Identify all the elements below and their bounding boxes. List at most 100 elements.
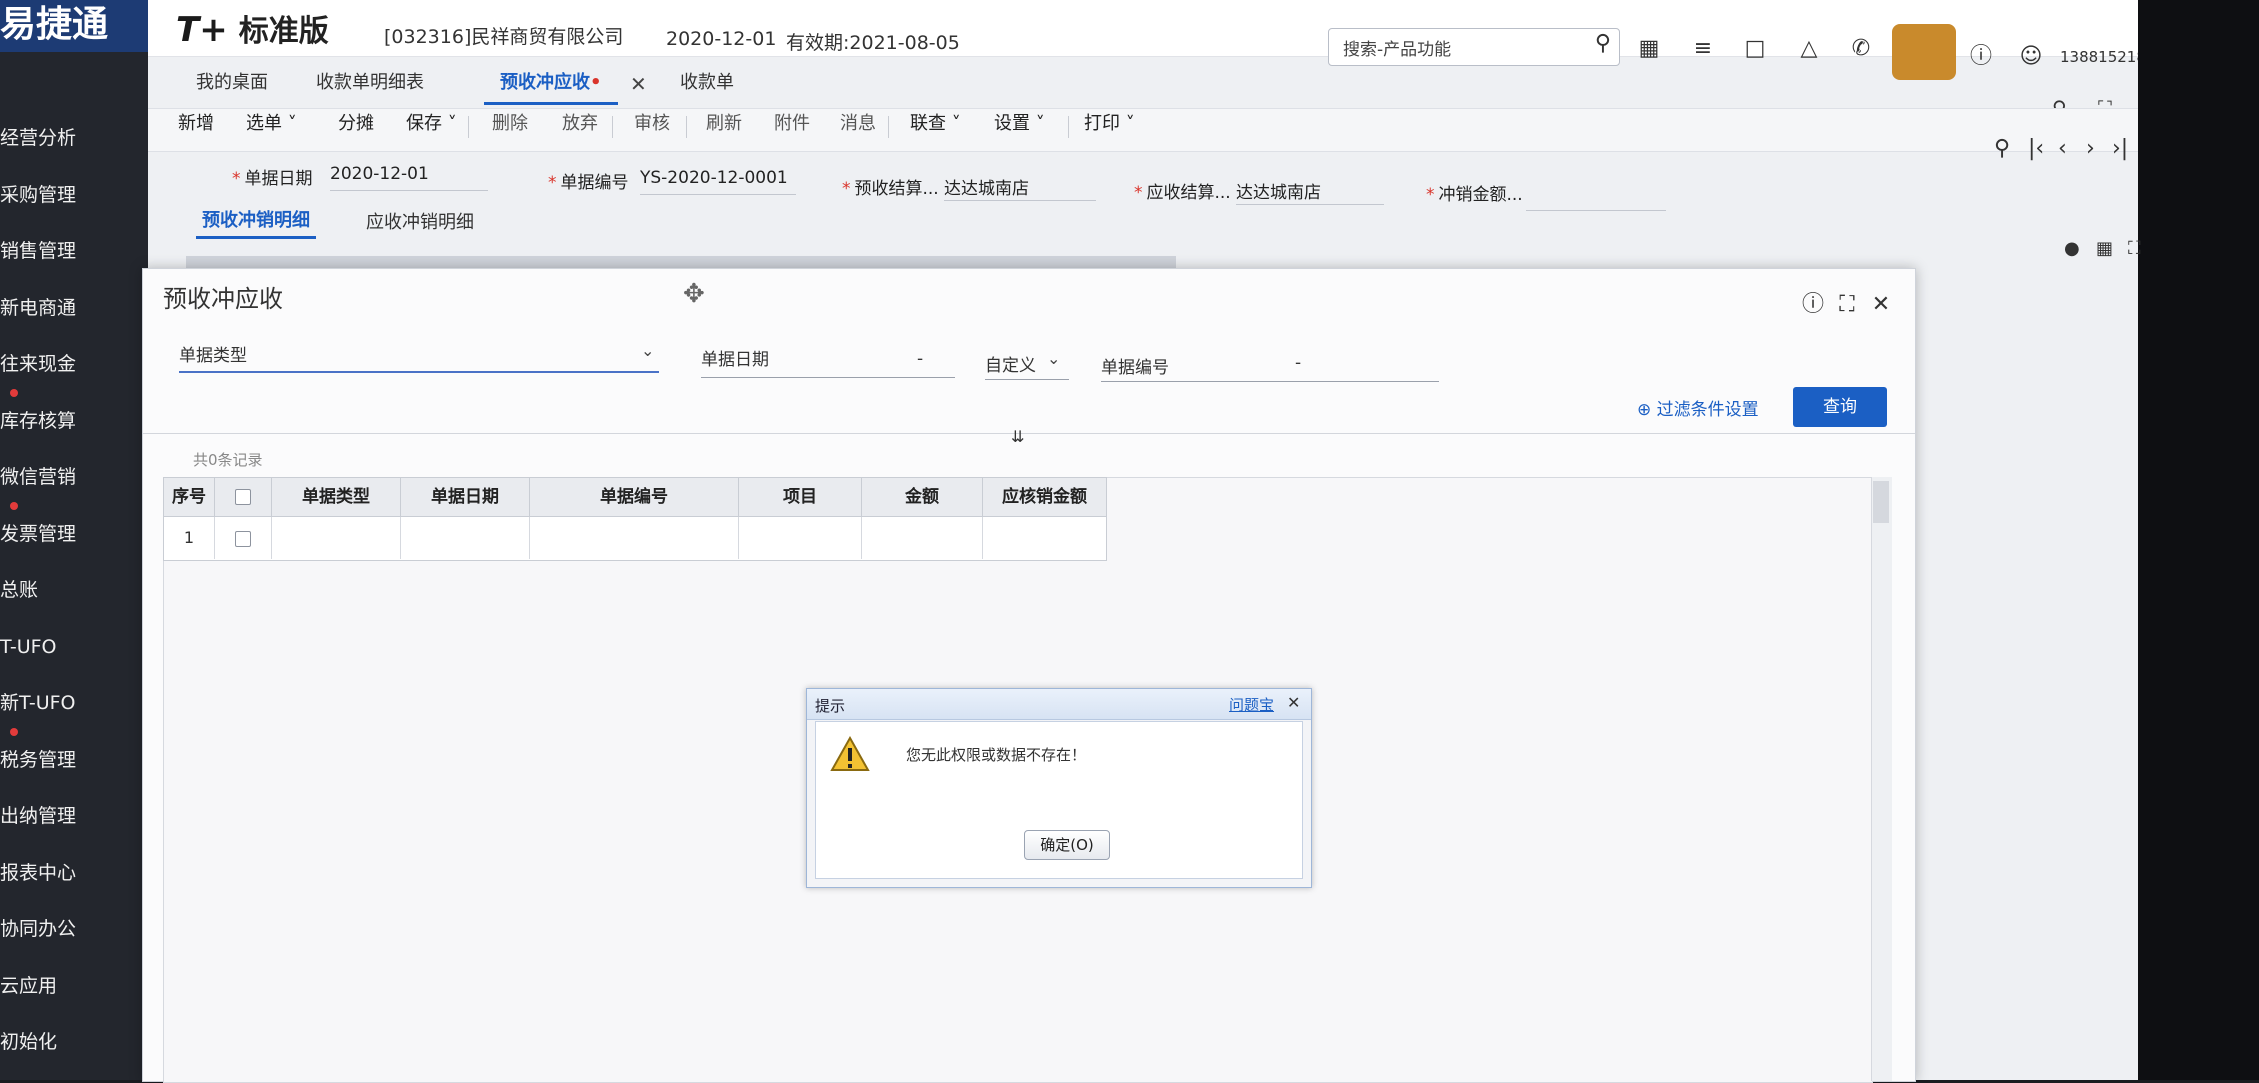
notification-dot	[10, 501, 18, 510]
first-record-icon[interactable]: |‹	[2028, 136, 2044, 161]
move-icon[interactable]: ✥	[683, 279, 705, 309]
date-mode-select[interactable]: 自定义	[985, 351, 1036, 376]
col-doc-date[interactable]: 单据日期	[401, 478, 530, 517]
row-select[interactable]	[215, 517, 272, 559]
subtab-receivable-detail[interactable]: 应收冲销明细	[366, 208, 474, 234]
sidebar-item[interactable]: 发票管理	[0, 506, 148, 562]
toolbar-button[interactable]: 分摊	[338, 103, 374, 145]
location-icon[interactable]: ●	[2064, 238, 2080, 259]
query-button[interactable]: 查询	[1793, 387, 1887, 427]
calculator-icon[interactable]: ▦	[1634, 34, 1664, 64]
prepay-settle-field[interactable]: 达达城南店	[944, 174, 1096, 201]
col-select-all[interactable]	[215, 478, 272, 517]
toolbar-button[interactable]: 放弃	[562, 103, 598, 145]
cell-doc-no[interactable]	[530, 517, 739, 559]
alert-body: 您无此权限或数据不存在！ 确定(O)	[815, 721, 1303, 879]
last-record-icon[interactable]: ›|	[2112, 136, 2128, 161]
toolbar-button[interactable]: 选单 ˅	[246, 103, 297, 145]
tab-receipt-detail[interactable]: 收款单明细表	[316, 64, 424, 102]
warning-icon	[830, 736, 870, 771]
vertical-scrollbar[interactable]	[1871, 477, 1892, 1081]
cell-doc-type[interactable]	[272, 517, 401, 559]
doc-no-field[interactable]: YS-2020-12-0001	[640, 168, 796, 195]
col-doc-no[interactable]: 单据编号	[530, 478, 739, 517]
tab-prepay-offset[interactable]: 预收冲应收•	[484, 64, 618, 105]
doc-no-range-field[interactable]	[1101, 381, 1439, 382]
sidebar-item[interactable]: 往来现金	[0, 336, 148, 392]
sidebar-item[interactable]: T-UFO	[0, 619, 148, 675]
expand-icon[interactable]: ⛶	[2128, 238, 2141, 259]
cell-project[interactable]	[739, 517, 862, 559]
search-icon[interactable]: ⚲	[1595, 31, 1611, 56]
sidebar-item[interactable]: 采购管理	[0, 167, 148, 223]
select-all-checkbox[interactable]	[235, 489, 251, 505]
sidebar-item[interactable]: 总账	[0, 562, 148, 618]
collapse-toggle-icon[interactable]: ⇊	[1011, 427, 1024, 446]
toolbar-button[interactable]: 联查 ˅	[910, 103, 961, 145]
filter-settings-link[interactable]: ⊕ 过滤条件设置	[1637, 395, 1759, 420]
sidebar-item[interactable]: 新T-UFO	[0, 675, 148, 731]
col-amount[interactable]: 金额	[862, 478, 983, 517]
doc-no-label-text: 单据编号	[560, 173, 629, 193]
scrollbar-thumb[interactable]	[1873, 481, 1889, 523]
toolbar-button[interactable]: 删除	[492, 103, 528, 145]
search-record-icon[interactable]: ⚲	[1994, 136, 2010, 161]
toolbar-button[interactable]: 设置 ˅	[994, 103, 1045, 145]
cell-doc-date[interactable]	[401, 517, 530, 559]
phone-icon[interactable]: ✆	[1846, 34, 1876, 64]
message-icon[interactable]: □	[1740, 34, 1770, 64]
chevron-down-icon[interactable]: ⌄	[641, 341, 654, 360]
toolbar-button[interactable]: 新增	[178, 103, 214, 145]
receivable-settle-label-text: 应收结算...	[1146, 183, 1231, 203]
sidebar-item[interactable]: 协同办公	[0, 901, 148, 957]
sidebar-item[interactable]: 销售管理	[0, 223, 148, 279]
ok-button[interactable]: 确定(O)	[1024, 830, 1110, 860]
close-tab-icon[interactable]: ✕	[630, 72, 647, 96]
col-writeoff-amount[interactable]: 应核销金额	[983, 478, 1106, 517]
sidebar-item[interactable]: 库存核算	[0, 393, 148, 449]
writeoff-amount-field[interactable]	[1526, 184, 1666, 211]
toolbar-button[interactable]: 打印 ˅	[1084, 103, 1135, 145]
tab-receipt[interactable]: 收款单	[680, 64, 734, 102]
sidebar-item[interactable]: 报表中心	[0, 845, 148, 901]
next-record-icon[interactable]: ›	[2086, 136, 2095, 161]
doc-date-field[interactable]: 2020-12-01	[330, 164, 488, 191]
toolbar-button[interactable]: 附件	[774, 103, 810, 145]
toolbar-button[interactable]: 保存 ˅	[406, 103, 457, 145]
toolbar-button[interactable]: 消息	[840, 103, 876, 145]
sidebar-item[interactable]: 出纳管理	[0, 788, 148, 844]
sidebar-item[interactable]: 经营分析	[0, 110, 148, 166]
search-input[interactable]: 搜索-产品功能 ⚲	[1328, 28, 1620, 66]
receivable-settle-field[interactable]: 达达城南店	[1236, 178, 1384, 205]
sidebar-item[interactable]: 微信营销	[0, 449, 148, 505]
cell-amount[interactable]	[862, 517, 983, 559]
sidebar-item[interactable]: 税务管理	[0, 732, 148, 788]
sidebar-item[interactable]: 初始化	[0, 1014, 148, 1070]
doc-type-select[interactable]	[179, 371, 659, 373]
screen-edge	[2138, 0, 2259, 1080]
toolbar-button[interactable]: 审核	[634, 103, 670, 145]
close-icon[interactable]: ✕	[1867, 291, 1895, 319]
tab-desktop[interactable]: 我的桌面	[196, 64, 268, 102]
prev-record-icon[interactable]: ‹	[2058, 136, 2067, 161]
user-account[interactable]: 13881521866	[2060, 48, 2138, 66]
col-project[interactable]: 项目	[739, 478, 862, 517]
toolbar-button[interactable]: 刷新	[706, 103, 742, 145]
bell-icon[interactable]: △	[1794, 34, 1824, 64]
tasklist-icon[interactable]: ≡	[1688, 34, 1718, 64]
sidebar-item[interactable]: 新电商通	[0, 280, 148, 336]
help-link[interactable]: 问题宝	[1229, 694, 1274, 715]
cell-writeoff-amount[interactable]	[983, 517, 1106, 559]
notification-dot	[10, 727, 18, 736]
chevron-down-icon[interactable]: ⌄	[1047, 349, 1060, 368]
export-icon[interactable]: ▦	[2096, 238, 2113, 259]
maximize-icon[interactable]: ⛶	[1833, 291, 1861, 319]
close-icon[interactable]: ✕	[1287, 693, 1300, 712]
subtab-prepay-detail[interactable]: 预收冲销明细	[196, 206, 316, 239]
col-doc-type[interactable]: 单据类型	[272, 478, 401, 517]
sidebar-item[interactable]: 云应用	[0, 958, 148, 1014]
row-checkbox[interactable]	[235, 530, 251, 547]
brand-logo: 易捷通	[0, 0, 148, 52]
help-icon[interactable]: ⓘ	[1799, 291, 1827, 319]
date-range-field[interactable]	[701, 377, 955, 378]
